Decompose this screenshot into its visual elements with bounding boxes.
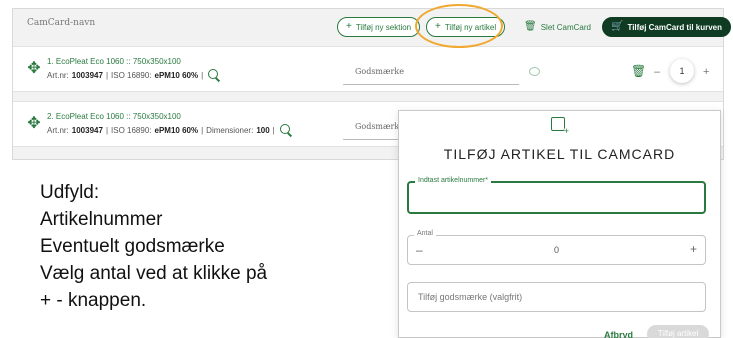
gods-field[interactable]: Tilføj godsmærke (valgfrit) (407, 282, 706, 312)
move-icon[interactable]: ✥ (25, 115, 43, 133)
instruction-line: Udfyld: (40, 182, 100, 203)
iso-value: ePM10 60% (154, 70, 199, 80)
iso-value: ePM10 60% (154, 125, 199, 135)
article-name: 2. EcoPleat Eco 1060 :: 750x350x100 (47, 112, 181, 121)
artnr-value: 1003947 (71, 70, 103, 80)
artnr-field[interactable]: Indtast artikelnummer* (407, 177, 706, 214)
search-icon[interactable] (208, 69, 220, 81)
plus-icon: + (346, 21, 352, 32)
separator: | (201, 125, 204, 135)
separator: | (105, 70, 109, 80)
dialog-title: TILFØJ ARTIKEL TIL CAMCARD (443, 146, 676, 162)
instruction-line: Eventuelt godsmærke (40, 236, 225, 257)
artnr-field-label: Indtast artikelnummer* (415, 177, 492, 184)
qty-value[interactable]: 1 (670, 59, 694, 83)
move-icon[interactable]: ✥ (25, 60, 43, 78)
antal-label: Antal (414, 230, 436, 237)
camcard-name[interactable]: CamCard-navn (27, 18, 95, 28)
gods-input[interactable]: Godsmærke (343, 63, 519, 85)
add-article-submit-button[interactable]: Tilføj artikel (647, 325, 709, 338)
article-meta: Art.nr: 1003947 | ISO 16890: ePM10 60% | (47, 69, 220, 81)
iso-label: ISO 16890: (111, 125, 152, 135)
add-article-dialog: TILFØJ ARTIKEL TIL CAMCARD Indtast artik… (398, 110, 721, 338)
separator: | (201, 70, 204, 80)
dimension-value: 100 (256, 125, 270, 135)
search-icon[interactable] (279, 124, 292, 136)
cancel-button[interactable]: Afbryd (604, 330, 633, 338)
camcard-header: CamCard-navn + Tilføj ny sektion + Tilfø… (13, 9, 731, 41)
artnr-label: Art.nr: (47, 125, 69, 135)
article-meta: Art.nr: 1003947 | ISO 16890: ePM10 60% |… (47, 124, 292, 136)
add-card-icon (551, 117, 570, 136)
qty-plus-button[interactable]: + (690, 242, 697, 256)
instruction-line: Vælg antal ved at klikke på (40, 263, 268, 284)
gods-placeholder: Tilføj godsmærke (valgfrit) (418, 292, 523, 302)
article-row: ✥ 1. EcoPleat Eco 1060 :: 750x350x100 Ar… (13, 46, 723, 92)
highlight-ring (415, 4, 503, 48)
instruction-line: Artikelnummer (40, 209, 163, 230)
artnr-value: 1003947 (71, 125, 103, 135)
cart-icon: 🛒 (611, 21, 624, 32)
article-name: 1. EcoPleat Eco 1060 :: 750x350x100 (47, 57, 181, 66)
add-to-cart-button[interactable]: 🛒 Tilføj CamCard til kurven (602, 17, 731, 37)
trash-icon: 🗑 (524, 21, 537, 32)
quantity-stepper: Antal – 0 + (407, 230, 706, 265)
qty-minus-button[interactable]: – (654, 67, 660, 78)
trash-icon[interactable]: 🗑 (631, 65, 646, 77)
qty-value[interactable]: 0 (408, 245, 705, 255)
instruction-line: + - knappen. (40, 290, 147, 311)
delete-camcard-label: Slet CamCard (540, 22, 591, 32)
comment-icon[interactable] (529, 67, 540, 76)
add-section-label: Tilføj ny sektion (355, 22, 412, 32)
separator: | (272, 125, 275, 135)
dimension-label: Dimensioner: (206, 125, 254, 135)
instructions: Udfyld: Artikelnummer Eventuelt godsmærk… (40, 179, 267, 314)
add-section-button[interactable]: + Tilføj ny sektion (337, 17, 421, 37)
iso-label: ISO 16890: (111, 70, 152, 80)
delete-camcard-button[interactable]: 🗑 Slet CamCard (515, 17, 600, 37)
qty-plus-button[interactable]: + (703, 67, 709, 78)
artnr-label: Art.nr: (47, 70, 69, 80)
add-to-cart-label: Tilføj CamCard til kurven (627, 22, 722, 32)
separator: | (105, 125, 109, 135)
